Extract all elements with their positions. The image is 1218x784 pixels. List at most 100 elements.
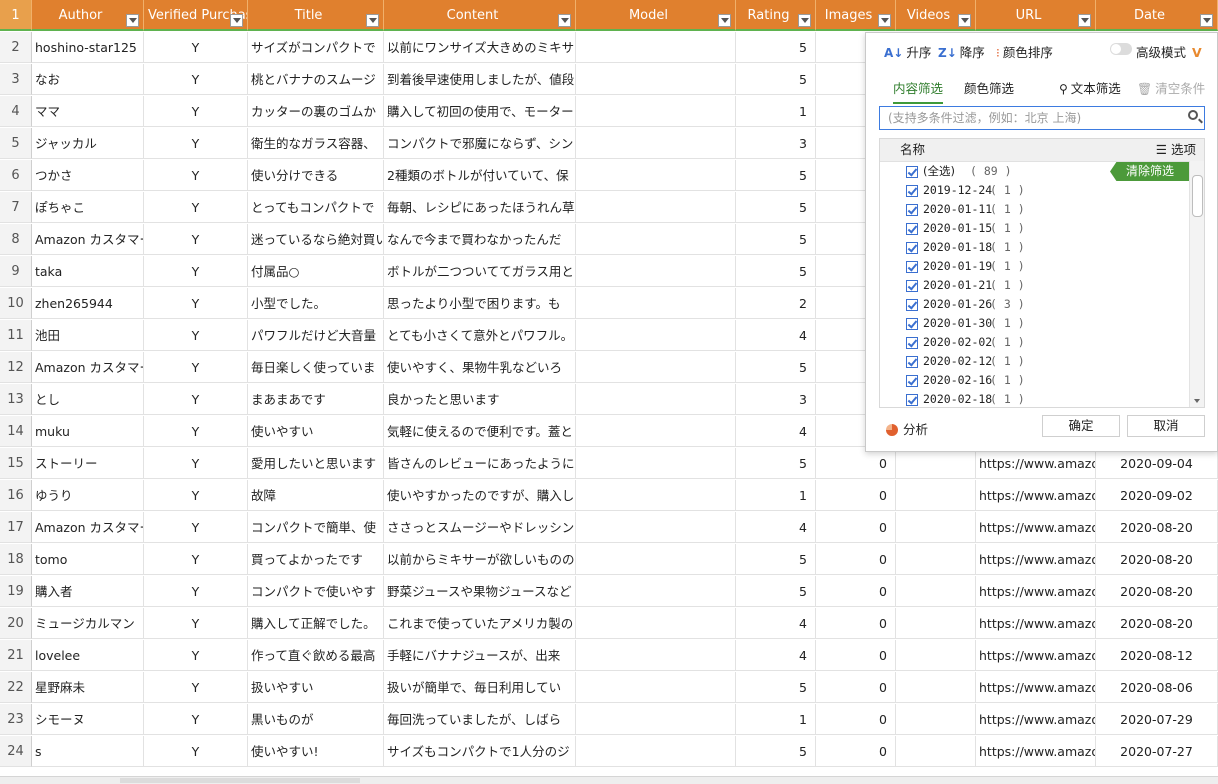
row-number[interactable]: 12 xyxy=(0,352,32,383)
list-item[interactable]: 2020-02-12( 1 ) xyxy=(880,352,1190,371)
cell-model[interactable] xyxy=(576,416,736,447)
column-header-url[interactable]: URL xyxy=(976,0,1096,31)
cell-rating[interactable]: 4 xyxy=(736,320,816,351)
checkbox-icon[interactable] xyxy=(906,204,918,216)
cell-content[interactable]: 以前からミキサーが欲しいものの xyxy=(384,544,576,575)
cell-author[interactable]: zhen265944 xyxy=(32,288,144,319)
row-number[interactable]: 9 xyxy=(0,256,32,287)
cell-author[interactable]: とし xyxy=(32,384,144,415)
sort-descending-button[interactable]: Z↓ 降序 xyxy=(938,42,985,61)
list-item[interactable]: 2020-02-02( 1 ) xyxy=(880,333,1190,352)
cell-rating[interactable]: 4 xyxy=(736,416,816,447)
filter-dropdown-icon[interactable] xyxy=(718,14,731,27)
cell-rating[interactable]: 5 xyxy=(736,224,816,255)
cell-author[interactable]: ぽちゃこ xyxy=(32,192,144,223)
cell-title[interactable]: 黒いものが xyxy=(248,704,384,735)
cell-images[interactable]: 0 xyxy=(816,672,896,703)
checkbox-icon[interactable] xyxy=(906,280,918,292)
cell-author[interactable]: lovelee xyxy=(32,640,144,671)
clear-conditions-button[interactable]: 🗑 清空条件 xyxy=(1137,78,1205,97)
analyze-button[interactable]: 分析 xyxy=(886,419,928,438)
cell-rating[interactable]: 5 xyxy=(736,64,816,95)
list-item[interactable]: 2019-12-24( 1 ) xyxy=(880,181,1190,200)
cell-model[interactable] xyxy=(576,448,736,479)
cell-verified[interactable]: Y xyxy=(144,224,248,255)
confirm-button[interactable]: 确定 xyxy=(1042,415,1120,437)
column-header-videos[interactable]: Videos xyxy=(896,0,976,31)
cell-url[interactable]: https://www.amazon. xyxy=(976,480,1096,511)
cell-rating[interactable]: 4 xyxy=(736,608,816,639)
cell-verified[interactable]: Y xyxy=(144,256,248,287)
row-number[interactable]: 24 xyxy=(0,736,32,767)
cell-rating[interactable]: 2 xyxy=(736,288,816,319)
color-sort-button[interactable]: ⁝ 颜色排序 xyxy=(996,42,1053,61)
column-header-rating[interactable]: Rating xyxy=(736,0,816,31)
cell-date[interactable]: 2020-08-20 xyxy=(1096,608,1218,639)
cell-model[interactable] xyxy=(576,672,736,703)
cell-videos[interactable] xyxy=(896,608,976,639)
list-item[interactable]: 2020-02-16( 1 ) xyxy=(880,371,1190,390)
row-number[interactable]: 20 xyxy=(0,608,32,639)
cell-title[interactable]: サイズがコンパクトで xyxy=(248,32,384,63)
cell-verified[interactable]: Y xyxy=(144,128,248,159)
list-scrollbar[interactable] xyxy=(1189,161,1204,407)
cell-content[interactable]: 扱いが簡単で、毎日利用してい xyxy=(384,672,576,703)
cell-model[interactable] xyxy=(576,608,736,639)
cell-images[interactable]: 0 xyxy=(816,736,896,767)
cell-verified[interactable]: Y xyxy=(144,448,248,479)
cell-images[interactable]: 0 xyxy=(816,512,896,543)
cell-content[interactable]: 2種類のボトルが付いていて、保 xyxy=(384,160,576,191)
list-item[interactable]: 2020-01-15( 1 ) xyxy=(880,219,1190,238)
checkbox-icon[interactable] xyxy=(906,337,918,349)
list-item[interactable]: 2020-01-19( 1 ) xyxy=(880,257,1190,276)
checkbox-icon[interactable] xyxy=(906,318,918,330)
list-item[interactable]: 2020-02-18( 1 ) xyxy=(880,390,1190,407)
search-icon[interactable] xyxy=(1188,110,1198,120)
cell-date[interactable]: 2020-09-02 xyxy=(1096,480,1218,511)
checkbox-icon[interactable] xyxy=(906,356,918,368)
row-number[interactable]: 4 xyxy=(0,96,32,127)
cell-content[interactable]: コンパクトで邪魔にならず、シン xyxy=(384,128,576,159)
cell-title[interactable]: とってもコンパクトで xyxy=(248,192,384,223)
cell-model[interactable] xyxy=(576,384,736,415)
cell-verified[interactable]: Y xyxy=(144,416,248,447)
filter-dropdown-icon[interactable] xyxy=(878,14,891,27)
cell-model[interactable] xyxy=(576,320,736,351)
cell-date[interactable]: 2020-07-29 xyxy=(1096,704,1218,735)
row-number[interactable]: 23 xyxy=(0,704,32,735)
cell-author[interactable]: Amazon カスタマー xyxy=(32,224,144,255)
row-number[interactable]: 2 xyxy=(0,32,32,63)
cell-author[interactable]: 購入者 xyxy=(32,576,144,607)
cell-url[interactable]: https://www.amazon. xyxy=(976,544,1096,575)
cell-content[interactable]: 気軽に使えるので便利です。蓋と xyxy=(384,416,576,447)
row-number[interactable]: 15 xyxy=(0,448,32,479)
cell-videos[interactable] xyxy=(896,448,976,479)
cell-title[interactable]: 扱いやすい xyxy=(248,672,384,703)
cell-author[interactable]: 星野麻未 xyxy=(32,672,144,703)
cell-rating[interactable]: 5 xyxy=(736,544,816,575)
cell-model[interactable] xyxy=(576,544,736,575)
list-scrollbar-thumb[interactable] xyxy=(1192,175,1203,217)
tab-content-filter[interactable]: 内容筛选 xyxy=(893,78,944,104)
cell-model[interactable] xyxy=(576,256,736,287)
cell-verified[interactable]: Y xyxy=(144,192,248,223)
cell-title[interactable]: 購入して正解でした。 xyxy=(248,608,384,639)
cell-title[interactable]: 毎日楽しく使っていま xyxy=(248,352,384,383)
cell-verified[interactable]: Y xyxy=(144,704,248,735)
cell-date[interactable]: 2020-09-04 xyxy=(1096,448,1218,479)
cell-rating[interactable]: 1 xyxy=(736,480,816,511)
cell-rating[interactable]: 5 xyxy=(736,736,816,767)
cell-content[interactable]: 毎朝、レシピにあったほうれん草 xyxy=(384,192,576,223)
cell-author[interactable]: ストーリー xyxy=(32,448,144,479)
cell-url[interactable]: https://www.amazon. xyxy=(976,448,1096,479)
cell-images[interactable]: 0 xyxy=(816,704,896,735)
cell-title[interactable]: まあまあです xyxy=(248,384,384,415)
cell-content[interactable]: サイズもコンパクトで1人分のジ xyxy=(384,736,576,767)
cell-content[interactable]: とても小さくて意外とパワフル。 xyxy=(384,320,576,351)
row-number[interactable]: 21 xyxy=(0,640,32,671)
cell-videos[interactable] xyxy=(896,544,976,575)
cell-title[interactable]: パワフルだけど大音量 xyxy=(248,320,384,351)
cell-model[interactable] xyxy=(576,128,736,159)
cell-title[interactable]: カッターの裏のゴムか xyxy=(248,96,384,127)
cell-model[interactable] xyxy=(576,512,736,543)
